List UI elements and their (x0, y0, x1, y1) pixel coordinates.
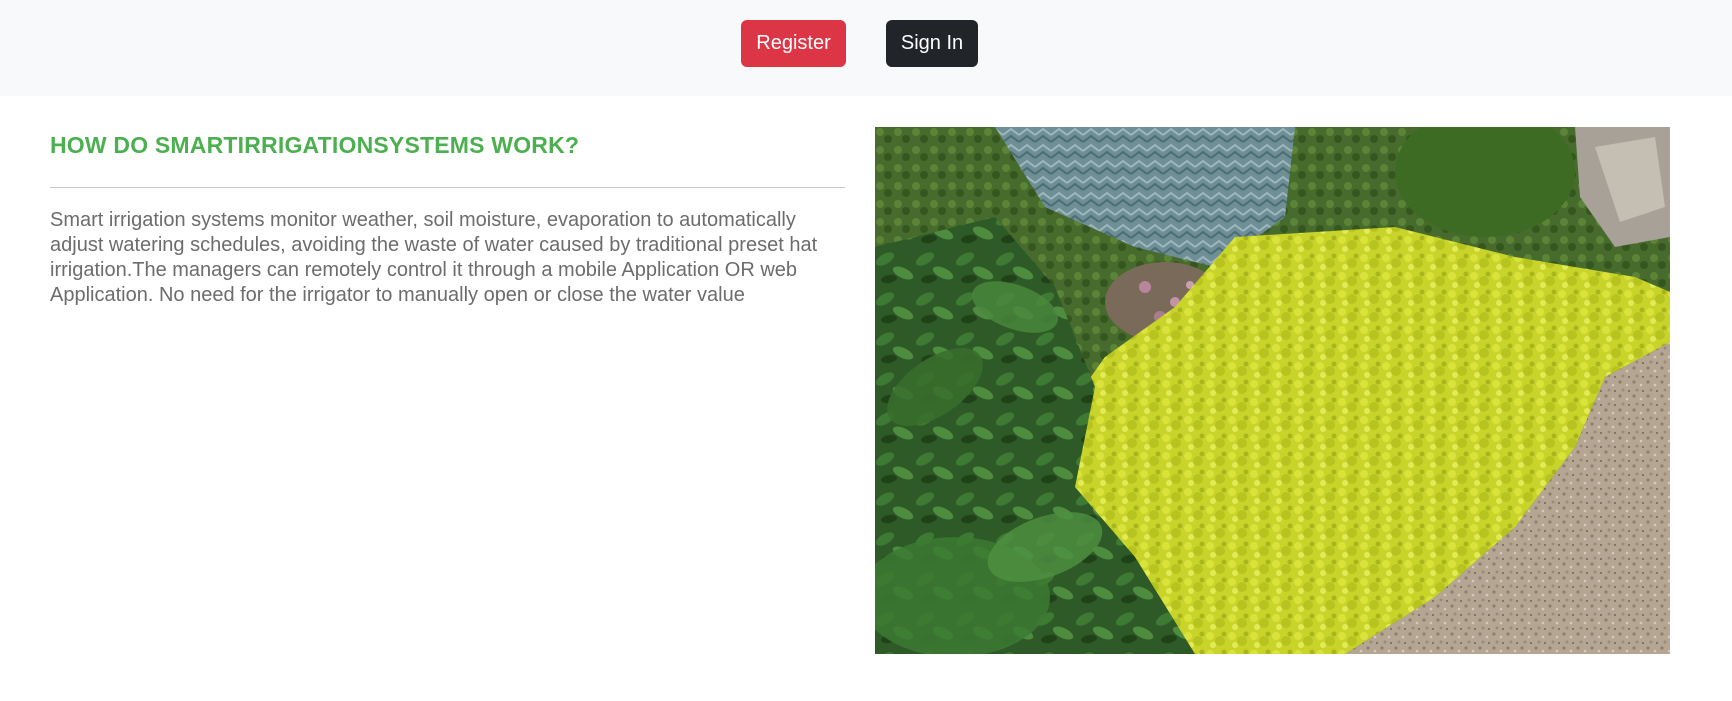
heading-divider (50, 187, 845, 188)
garden-image (875, 127, 1670, 654)
section-paragraph: Smart irrigation systems monitor weather… (50, 209, 818, 306)
top-nav-bar: Register Sign In (0, 0, 1732, 96)
register-button[interactable]: Register (741, 20, 846, 67)
section-heading: HOW DO SMARTIRRIGATIONSYSTEMS WORK? (50, 132, 580, 158)
sign-in-button[interactable]: Sign In (886, 20, 978, 67)
